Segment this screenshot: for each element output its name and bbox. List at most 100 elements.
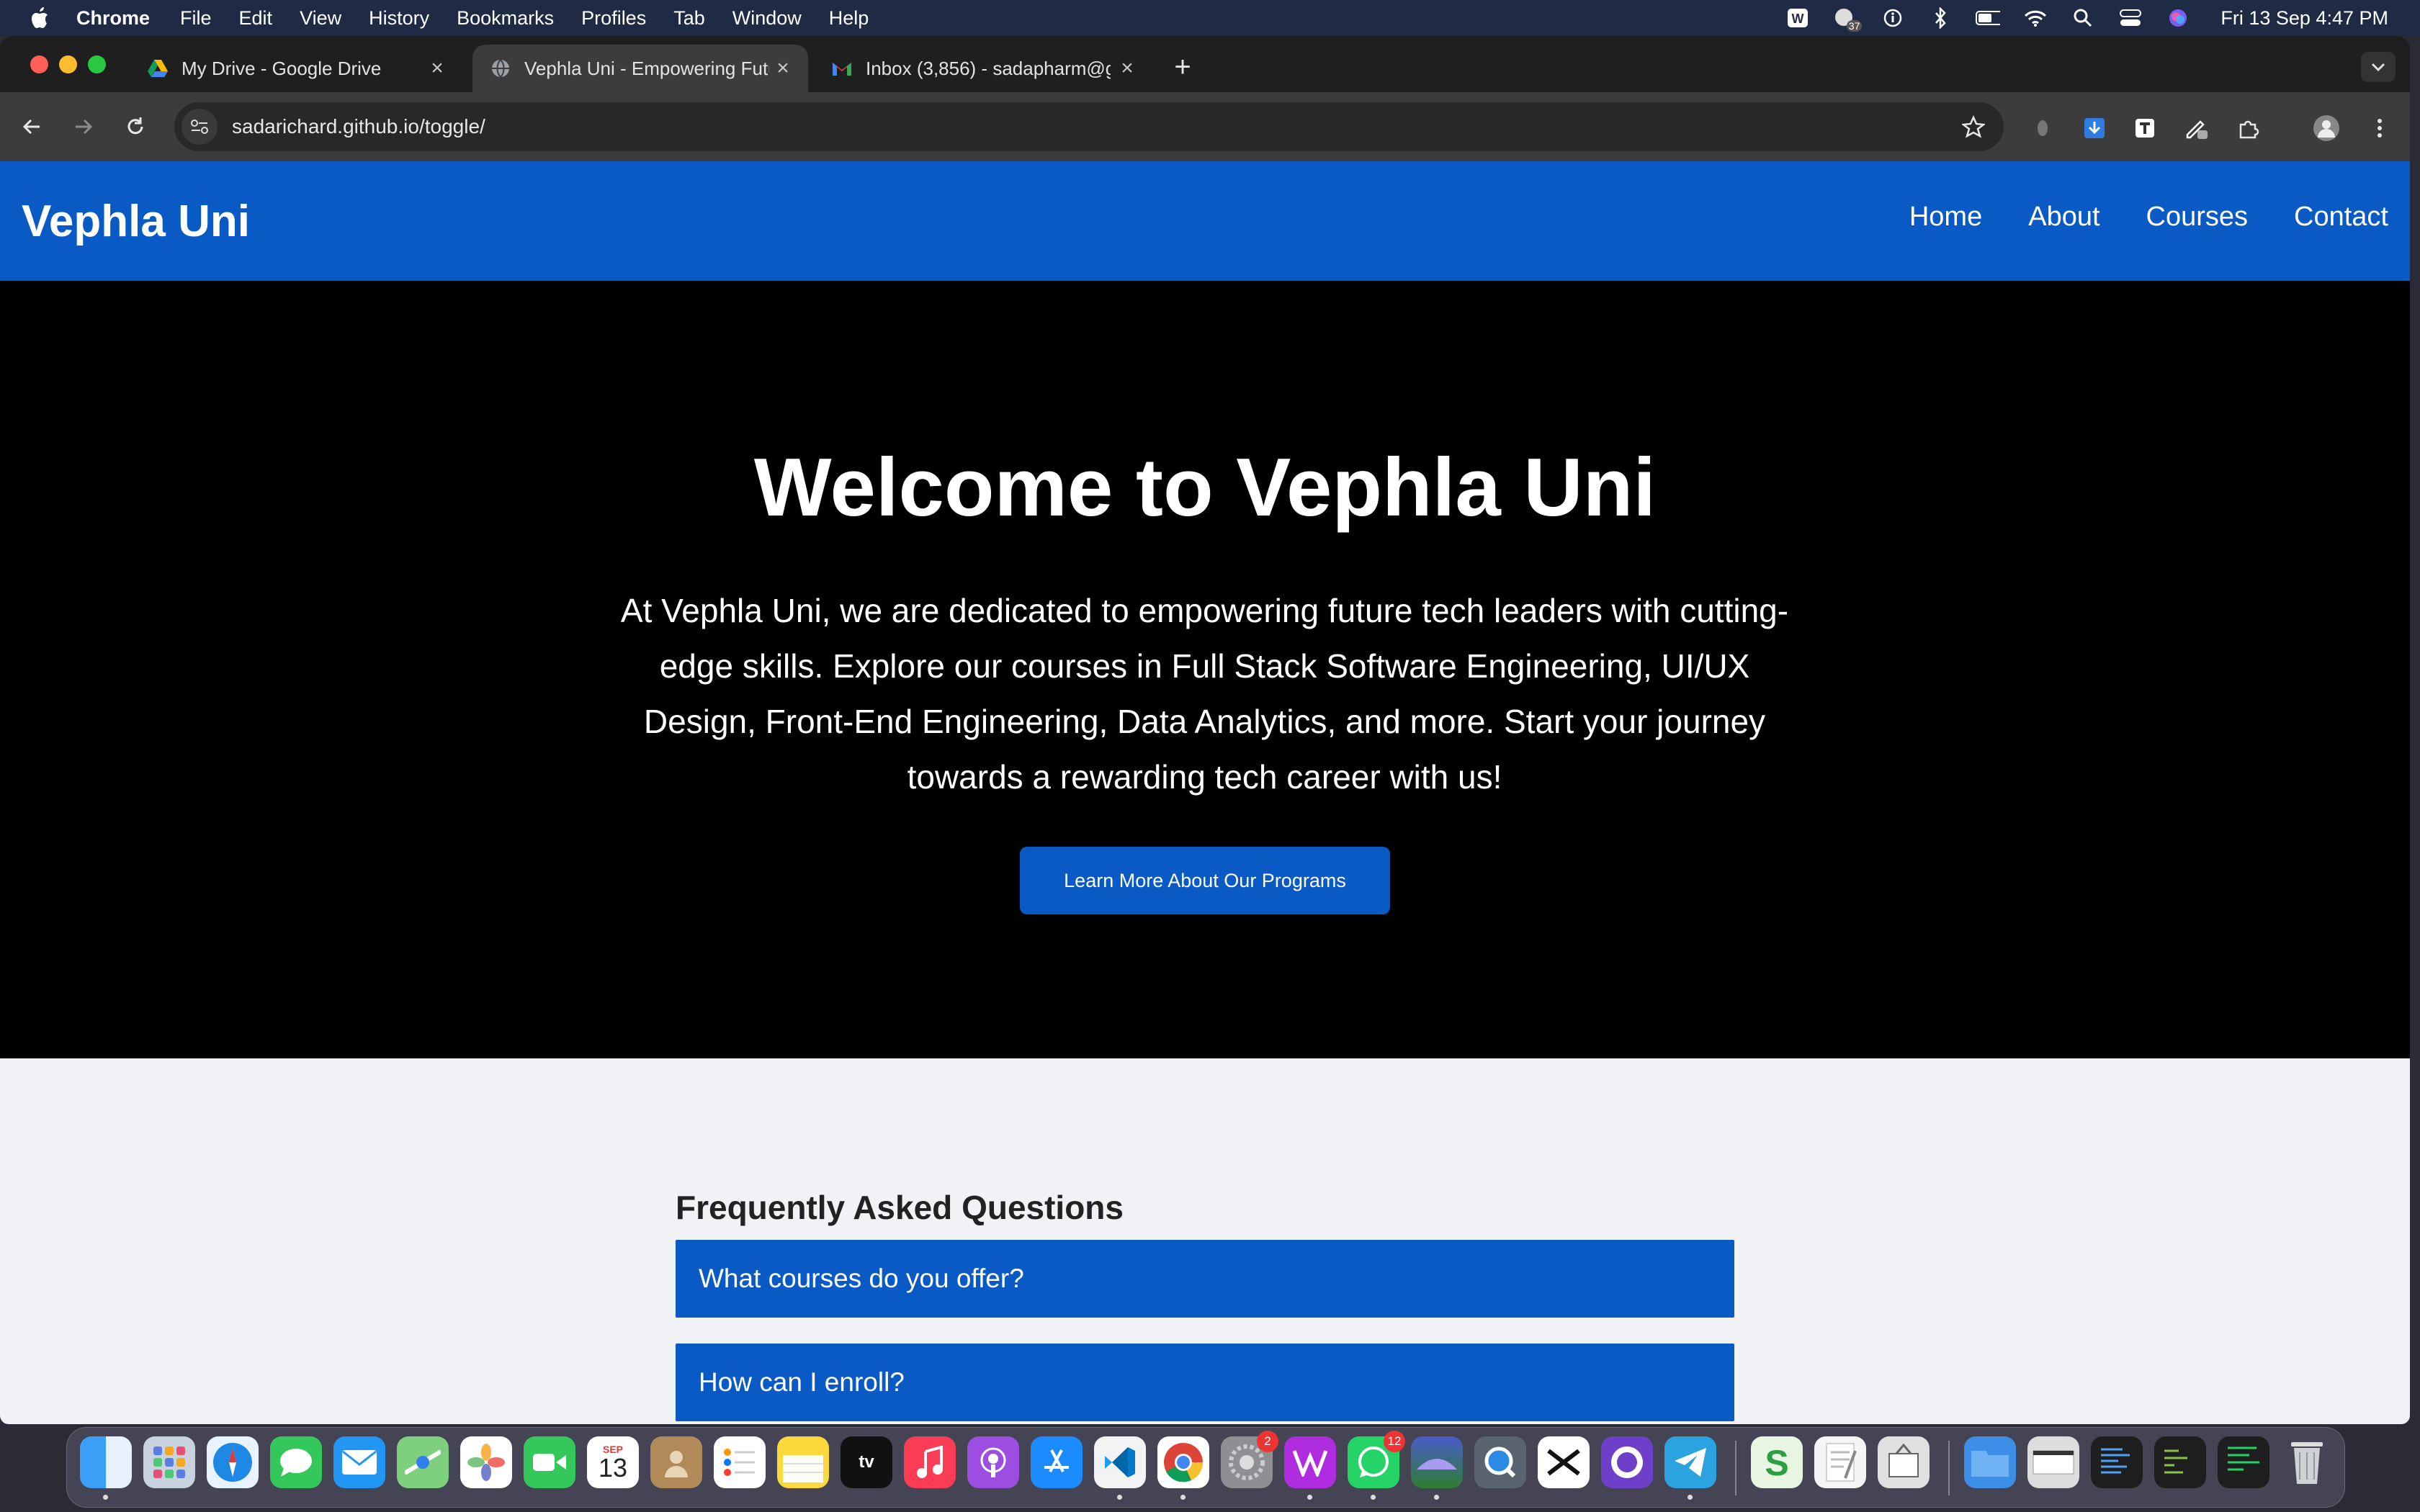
menu-help[interactable]: Help bbox=[829, 7, 869, 30]
reminders-icon[interactable] bbox=[714, 1436, 766, 1488]
chrome-menu-icon[interactable] bbox=[2365, 114, 2394, 143]
tab-gmail[interactable]: Inbox (3,856) - sadapharm@gmail.com × bbox=[814, 45, 1152, 92]
quicktime-icon[interactable] bbox=[1474, 1436, 1526, 1488]
github-desktop-icon[interactable] bbox=[1601, 1436, 1653, 1488]
wps-status-icon[interactable]: W bbox=[1785, 7, 1810, 29]
faq-question-enroll[interactable]: How can I enroll? bbox=[676, 1344, 1734, 1421]
preview-icon[interactable] bbox=[1878, 1436, 1930, 1488]
notification-status-icon[interactable]: 37 bbox=[1833, 7, 1863, 32]
music-icon[interactable] bbox=[904, 1436, 956, 1488]
nav-link-about[interactable]: About bbox=[2028, 202, 2099, 233]
editor-window-thumbnail-icon[interactable] bbox=[2091, 1436, 2143, 1488]
menu-app-name[interactable]: Chrome bbox=[76, 7, 150, 30]
info-status-icon[interactable] bbox=[1881, 7, 1905, 29]
control-center-icon[interactable] bbox=[2118, 7, 2143, 29]
menu-tab[interactable]: Tab bbox=[673, 7, 705, 30]
site-settings-icon[interactable] bbox=[182, 109, 218, 145]
tab-google-drive[interactable]: My Drive - Google Drive × bbox=[130, 45, 462, 92]
tab-close-icon[interactable]: × bbox=[1116, 56, 1138, 80]
macos-dock: SEP 13 tv 2 12 S bbox=[66, 1427, 2345, 1508]
spreadsheet-app-icon[interactable]: S bbox=[1751, 1436, 1803, 1488]
spotlight-search-icon[interactable] bbox=[2071, 7, 2095, 29]
menu-profiles[interactable]: Profiles bbox=[581, 7, 646, 30]
nav-link-contact[interactable]: Contact bbox=[2294, 202, 2388, 233]
facetime-icon[interactable] bbox=[524, 1436, 575, 1488]
apple-tv-label: tv bbox=[859, 1452, 874, 1472]
apple-tv-icon[interactable]: tv bbox=[841, 1436, 892, 1488]
forward-button[interactable] bbox=[66, 109, 101, 144]
learn-more-button[interactable]: Learn More About Our Programs bbox=[1020, 847, 1390, 914]
menu-window[interactable]: Window bbox=[732, 7, 802, 30]
menu-edit[interactable]: Edit bbox=[239, 7, 273, 30]
globe-icon bbox=[490, 58, 511, 79]
window-zoom-button[interactable] bbox=[88, 55, 106, 73]
pen-extension-icon[interactable] bbox=[2182, 114, 2211, 143]
url-text[interactable]: sadarichard.github.io/toggle/ bbox=[232, 115, 485, 138]
tab-close-icon[interactable]: × bbox=[426, 56, 448, 80]
telegram-icon[interactable] bbox=[1664, 1436, 1716, 1500]
profile-avatar[interactable] bbox=[2312, 114, 2341, 143]
downloads-folder-icon[interactable] bbox=[1964, 1436, 2016, 1488]
system-settings-icon[interactable]: 2 bbox=[1221, 1431, 1278, 1488]
mail-icon[interactable] bbox=[333, 1436, 385, 1488]
faq-question-courses[interactable]: What courses do you offer? bbox=[676, 1240, 1734, 1318]
menu-file[interactable]: File bbox=[180, 7, 212, 30]
whatsapp-window-thumbnail-icon[interactable] bbox=[2218, 1436, 2269, 1488]
safari-icon[interactable] bbox=[207, 1436, 259, 1488]
finder-icon[interactable] bbox=[80, 1436, 132, 1500]
app-store-icon[interactable] bbox=[1031, 1436, 1083, 1488]
window-thumbnail-icon[interactable] bbox=[2027, 1436, 2079, 1488]
menubar-clock[interactable]: Fri 13 Sep 4:47 PM bbox=[2220, 7, 2388, 30]
calendar-icon[interactable]: SEP 13 bbox=[587, 1436, 639, 1488]
faq-section: Frequently Asked Questions What courses … bbox=[676, 1188, 1734, 1424]
whatsapp-icon[interactable]: 12 bbox=[1348, 1431, 1405, 1500]
wifi-icon[interactable] bbox=[2023, 7, 2048, 29]
chrome-icon[interactable] bbox=[1157, 1436, 1209, 1500]
webpage: Vephla Uni Home About Courses Contact We… bbox=[0, 161, 2410, 1424]
vscode-icon[interactable] bbox=[1094, 1436, 1146, 1500]
battery-icon[interactable] bbox=[1976, 7, 2001, 29]
nav-link-courses[interactable]: Courses bbox=[2146, 202, 2249, 233]
trash-icon[interactable] bbox=[2281, 1436, 2333, 1488]
download-icon[interactable] bbox=[2080, 114, 2109, 143]
capcut-icon[interactable] bbox=[1538, 1436, 1590, 1488]
tab-search-button[interactable] bbox=[2361, 52, 2396, 82]
site-header: Vephla Uni Home About Courses Contact bbox=[0, 161, 2410, 281]
new-tab-button[interactable]: + bbox=[1168, 53, 1197, 82]
macos-menu-bar: Chrome File Edit View History Bookmarks … bbox=[0, 0, 2420, 36]
launchpad-icon[interactable] bbox=[143, 1436, 195, 1488]
nav-link-home[interactable]: Home bbox=[1909, 202, 1982, 233]
svg-text:S: S bbox=[1765, 1443, 1788, 1482]
puzzle-extensions-icon[interactable] bbox=[2234, 114, 2263, 143]
extension-icon[interactable] bbox=[2028, 114, 2057, 143]
contacts-icon[interactable] bbox=[650, 1436, 702, 1488]
wps-office-icon[interactable] bbox=[1284, 1436, 1336, 1500]
bookmark-star-icon[interactable] bbox=[1962, 115, 1985, 138]
dock-separator bbox=[1735, 1441, 1736, 1495]
messages-icon[interactable] bbox=[270, 1436, 322, 1488]
reload-button[interactable] bbox=[118, 109, 153, 144]
menu-bookmarks[interactable]: Bookmarks bbox=[457, 7, 554, 30]
window-minimize-button[interactable] bbox=[59, 55, 77, 73]
terminal-window-thumbnail-icon[interactable] bbox=[2154, 1436, 2206, 1488]
site-logo[interactable]: Vephla Uni bbox=[22, 196, 250, 247]
hero-title: Welcome to Vephla Uni bbox=[753, 442, 1657, 534]
menu-view[interactable]: View bbox=[300, 7, 341, 30]
notes-icon[interactable] bbox=[777, 1436, 829, 1488]
podcasts-icon[interactable] bbox=[967, 1436, 1019, 1488]
hero-section: Welcome to Vephla Uni At Vephla Uni, we … bbox=[0, 281, 2410, 1058]
macos-installer-icon[interactable] bbox=[1411, 1436, 1463, 1500]
reader-extension-icon[interactable] bbox=[2130, 114, 2159, 143]
maps-icon[interactable] bbox=[397, 1436, 449, 1488]
tab-close-icon[interactable]: × bbox=[772, 56, 794, 80]
apple-icon[interactable] bbox=[27, 6, 52, 30]
bluetooth-icon[interactable] bbox=[1928, 7, 1953, 29]
tab-vephla-uni[interactable]: Vephla Uni - Empowering Future Tech Lead… bbox=[472, 45, 808, 92]
textedit-icon[interactable] bbox=[1814, 1436, 1866, 1488]
siri-icon[interactable] bbox=[2166, 7, 2190, 29]
address-bar[interactable]: sadarichard.github.io/toggle/ bbox=[174, 102, 2004, 151]
window-close-button[interactable] bbox=[30, 55, 48, 73]
photos-icon[interactable] bbox=[460, 1436, 512, 1488]
back-button[interactable] bbox=[14, 109, 49, 144]
menu-history[interactable]: History bbox=[369, 7, 429, 30]
